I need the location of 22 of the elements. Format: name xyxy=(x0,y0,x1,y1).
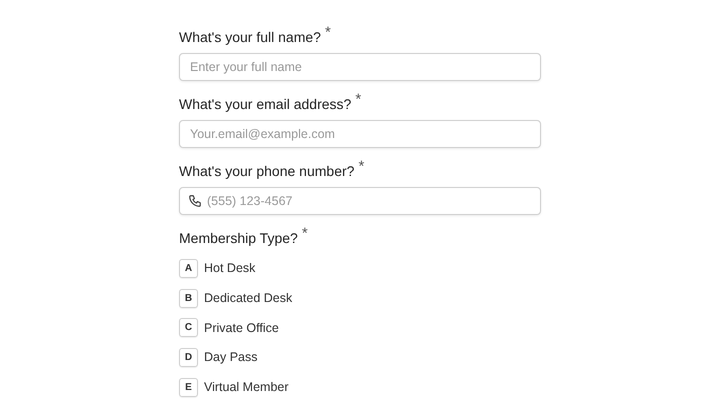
option-label[interactable]: Private Office xyxy=(204,318,279,338)
option-key[interactable]: A xyxy=(179,259,198,278)
option-key[interactable]: C xyxy=(179,318,198,338)
field-label: Membership Type? xyxy=(179,230,298,246)
input-field[interactable]: Enter your full name xyxy=(179,53,541,81)
required-mark: * xyxy=(358,158,364,175)
option-label[interactable]: Day Pass xyxy=(204,348,258,367)
field-label: What's your phone number? xyxy=(179,163,354,179)
option-label[interactable]: Hot Desk xyxy=(204,259,256,278)
field-label: What's your email address? xyxy=(179,96,352,112)
required-mark: * xyxy=(302,225,308,242)
option-key[interactable]: B xyxy=(179,288,198,308)
option-key[interactable]: D xyxy=(179,348,198,368)
required-mark: * xyxy=(355,91,362,108)
field-label: What's your full name? xyxy=(179,29,321,45)
option-key[interactable]: E xyxy=(179,378,198,397)
phone-field[interactable]: (555) 123-4567 xyxy=(179,187,541,215)
input-field[interactable]: Your.email@example.com xyxy=(179,120,541,148)
required-mark: * xyxy=(324,24,331,41)
option-label[interactable]: Virtual Member xyxy=(204,378,289,397)
option-label[interactable]: Dedicated Desk xyxy=(204,289,292,308)
phone-icon xyxy=(188,194,202,208)
